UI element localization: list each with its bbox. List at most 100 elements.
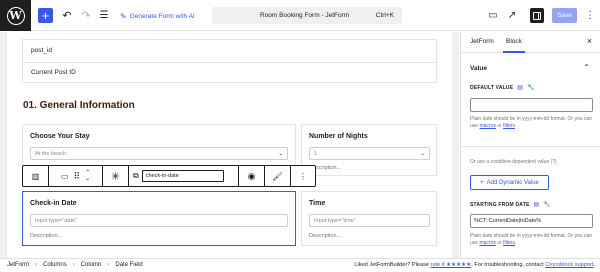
breadcrumb-item[interactable]: Column xyxy=(81,262,102,268)
settings-toggle-button[interactable] xyxy=(530,8,544,23)
list-view-button[interactable]: ☰ xyxy=(98,8,110,23)
device-preview-icon: ▭ xyxy=(488,10,498,21)
starting-date-text: STARTING FROM DATE xyxy=(470,201,530,208)
macros-link[interactable]: macros xyxy=(479,123,495,129)
help-text: or xyxy=(495,240,504,246)
time-field-block[interactable]: Time Input type="time" Description... xyxy=(301,191,437,246)
document-title: Room Booking Form - JetForm xyxy=(260,12,350,19)
chevron-right-icon: › xyxy=(107,262,110,268)
undo-button[interactable]: ↶ xyxy=(61,8,73,23)
default-value-input[interactable] xyxy=(470,98,593,112)
document-title-bar[interactable]: Room Booking Form - JetForm Ctrl+K xyxy=(212,7,402,24)
brush-icon: 🖌 xyxy=(272,171,283,181)
block-options-button[interactable]: ⋮ xyxy=(291,166,315,186)
input-placeholder: Input type="date" xyxy=(35,217,77,224)
macros-link[interactable]: macros xyxy=(479,240,495,246)
checkin-date-input[interactable]: Input type="date" xyxy=(30,214,288,227)
default-value-help: Plain date should be in yyyy-mm-dd forma… xyxy=(470,116,594,130)
generate-form-ai-button[interactable]: ✎ Generate Form with AI xyxy=(120,10,195,22)
move-up-down-icon[interactable]: ⌃ ⌄ xyxy=(85,170,90,182)
drag-handle-icon[interactable]: ⠿ xyxy=(73,171,80,182)
starting-date-value: %CT::CurrentDate|toDate% xyxy=(474,218,542,224)
add-dynamic-value-button[interactable]: + Add Dynamic Value xyxy=(470,175,549,190)
date-field-icon: ▭ xyxy=(60,171,69,181)
style-brush-button[interactable]: 🖌 xyxy=(265,166,291,186)
footer-note: Liked JetFormBuilder? Please rate it ★★★… xyxy=(354,262,595,268)
number-field-block[interactable]: Number of Nights 1 ⌄ Description... xyxy=(301,124,437,176)
more-vertical-icon: ⋮ xyxy=(585,10,595,21)
wrench-icon[interactable]: 🔧 xyxy=(543,201,551,208)
magic-wand-icon: ✎ xyxy=(120,11,127,21)
starting-date-input[interactable]: %CT::CurrentDate|toDate% xyxy=(470,214,593,228)
redo-icon: ↷ xyxy=(81,10,91,22)
input-placeholder: Input type="time" xyxy=(314,217,356,224)
plus-icon: + xyxy=(41,8,50,23)
save-button[interactable]: Save xyxy=(552,8,577,23)
chevron-up-icon[interactable]: ⌃ xyxy=(583,63,590,72)
database-icon[interactable]: ▤ xyxy=(534,201,540,208)
nights-select[interactable]: 1 ⌄ xyxy=(309,147,430,160)
condition-text: Or use a condition-dependent value (?) xyxy=(470,159,557,165)
redo-button[interactable]: ↷ xyxy=(80,8,92,23)
footer-text: . For troubleshooting, contact xyxy=(471,262,546,268)
rate-link[interactable]: rate it ★★★★★ xyxy=(431,262,472,268)
settings-sidebar: JetForm Block × Value ⌃ DEFAULT VALUE ▤ … xyxy=(460,32,600,258)
divider xyxy=(461,146,600,147)
help-text: . xyxy=(515,123,517,129)
support-link[interactable]: Crocoblock support xyxy=(545,262,593,268)
select-field-block[interactable]: Choose Your Stay At the beach ⌄ xyxy=(22,124,296,171)
select-value: At the beach xyxy=(35,150,66,157)
form-page: post_id Current Post ID 01. General Info… xyxy=(7,32,452,258)
visibility-button[interactable]: ◉ xyxy=(239,166,265,186)
block-toolbar: ▥ ▭ ⠿ ⌃ ⌄ ✳ ⧉ check-in-date ◉ 🖌 ⋮ xyxy=(22,165,316,187)
field-name-group: ⧉ check-in-date xyxy=(129,166,239,186)
field-name-input[interactable]: check-in-date xyxy=(141,170,224,182)
database-icon[interactable]: ▤ xyxy=(517,84,523,91)
default-value-text: DEFAULT VALUE xyxy=(470,84,514,91)
filters-link[interactable]: filters xyxy=(503,123,515,129)
breadcrumb-item[interactable]: Columns xyxy=(43,262,67,268)
columns-icon: ▥ xyxy=(31,171,40,181)
block-type-switcher[interactable]: ▭ ⠿ ⌃ ⌄ xyxy=(49,166,103,186)
close-sidebar-button[interactable]: × xyxy=(587,36,592,46)
external-link-icon: ↗ xyxy=(507,10,517,21)
close-icon: × xyxy=(586,36,592,46)
time-input[interactable]: Input type="time" xyxy=(309,214,430,227)
date-field-block[interactable]: Check-in Date Input type="date" Descript… xyxy=(22,191,296,246)
breadcrumb-item[interactable]: JetForm xyxy=(7,262,29,268)
wrench-icon[interactable]: 🔧 xyxy=(527,84,535,91)
add-dynamic-label: Add Dynamic Value xyxy=(486,179,539,186)
stay-select[interactable]: At the beach ⌄ xyxy=(30,147,288,160)
breadcrumb: JetForm › Columns › Column › Date Field xyxy=(7,262,143,268)
help-text: . xyxy=(515,240,517,246)
undo-icon: ↶ xyxy=(62,10,72,22)
hidden-field-name: post_id xyxy=(31,47,52,54)
wordpress-logo[interactable]: W xyxy=(0,0,31,31)
tab-block[interactable]: Block xyxy=(503,38,525,53)
editor-top-bar: W + ↶ ↷ ☰ ✎ Generate Form with AI Room B… xyxy=(0,0,600,31)
editor-footer: JetForm › Columns › Column › Date Field … xyxy=(0,258,600,272)
field-name-value: check-in-date xyxy=(145,173,179,179)
required-toggle-button[interactable]: ✳ xyxy=(103,166,129,186)
hidden-field-block[interactable]: post_id Current Post ID xyxy=(22,39,437,83)
command-shortcut: Ctrl+K xyxy=(375,12,394,19)
field-label: Choose Your Stay xyxy=(30,133,90,140)
add-block-button[interactable]: + xyxy=(38,8,53,23)
panel-title[interactable]: Value xyxy=(470,65,487,72)
chevron-down-icon: ⌄ xyxy=(278,150,283,157)
asterisk-icon: ✳ xyxy=(110,170,121,183)
view-button[interactable]: ▭ xyxy=(486,8,500,23)
footer-text: Liked JetFormBuilder? Please xyxy=(354,262,431,268)
filters-link[interactable]: filters xyxy=(503,240,515,246)
generate-form-label: Generate Form with AI xyxy=(129,12,195,20)
options-menu-button[interactable]: ⋮ xyxy=(583,8,597,23)
preview-external-button[interactable]: ↗ xyxy=(505,8,519,23)
divider xyxy=(23,62,436,63)
copy-icon[interactable]: ⧉ xyxy=(133,171,139,181)
breadcrumb-item[interactable]: Date Field xyxy=(115,262,142,268)
field-label: Check-in Date xyxy=(30,200,77,207)
section-heading[interactable]: 01. General Information xyxy=(23,100,135,111)
parent-block-button[interactable]: ▥ xyxy=(23,166,49,186)
tab-jetform[interactable]: JetForm xyxy=(470,38,494,45)
default-value-label: DEFAULT VALUE ▤ 🔧 xyxy=(470,84,535,92)
